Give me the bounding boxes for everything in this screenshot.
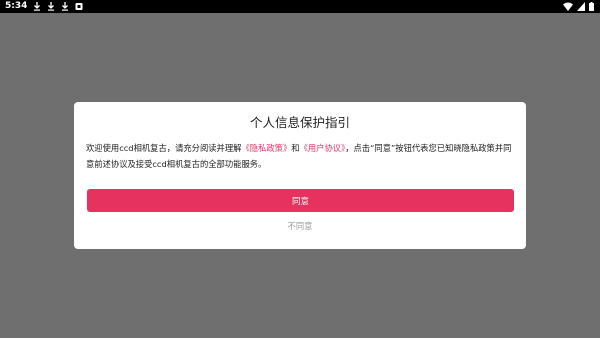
agree-button[interactable]: 同意	[87, 189, 514, 212]
battery-icon	[589, 2, 594, 11]
disagree-button[interactable]: 不同意	[74, 220, 526, 232]
status-bar: 5:34	[0, 0, 600, 13]
status-time: 5:34	[5, 1, 28, 11]
dialog-title: 个人信息保护指引	[249, 115, 350, 130]
body-text: 欢迎使用ccd相机复古，请充分阅读并理解	[86, 143, 242, 153]
body-text: 和	[291, 143, 300, 153]
dialog-body: 欢迎使用ccd相机复古，请充分阅读并理解《隐私政策》和《用户协议》，点击“同意”…	[86, 140, 514, 172]
download-icon	[34, 2, 41, 11]
status-left: 5:34	[5, 0, 83, 13]
privacy-policy-link[interactable]: 《隐私政策》	[241, 143, 291, 153]
download-icon	[48, 2, 55, 11]
privacy-dialog: 个人信息保护指引 欢迎使用ccd相机复古，请充分阅读并理解《隐私政策》和《用户协…	[74, 102, 526, 249]
signal-icon	[577, 2, 585, 11]
user-agreement-link[interactable]: 《用户协议》	[300, 143, 346, 153]
download-icon	[62, 2, 69, 11]
notification-icon	[75, 3, 83, 10]
wifi-icon	[563, 2, 573, 11]
status-right	[563, 2, 594, 11]
